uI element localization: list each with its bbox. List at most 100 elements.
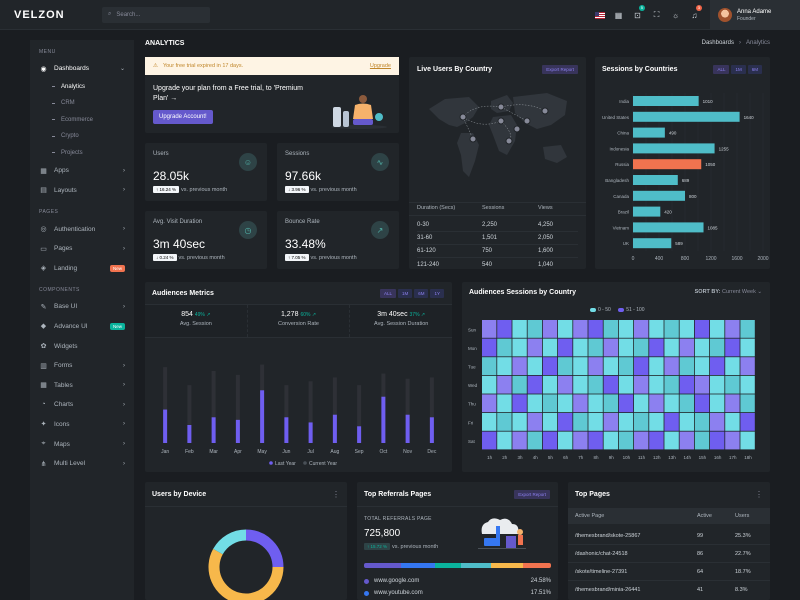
sidebar-sub-analytics[interactable]: Analytics	[30, 79, 134, 96]
heatmap-cell	[740, 431, 755, 450]
top-pages-card: Top Pages ⋮ Active Page Active Users /th…	[568, 482, 770, 600]
table-cell: 64	[697, 568, 704, 575]
heatmap-cell	[740, 357, 755, 375]
sidebar-item-dashboards[interactable]: ◉ Dashboards ⌄	[30, 59, 134, 79]
apps-grid-icon[interactable]: ▦	[609, 0, 628, 30]
heatmap-cell	[634, 431, 649, 450]
stat-label: Users	[153, 151, 169, 157]
upgrade-link[interactable]: Upgrade	[370, 63, 391, 69]
chevron-right-icon: ›	[123, 167, 125, 174]
sidebar-item-base-ui[interactable]: ✎ Base UI ›	[30, 297, 134, 317]
filter-6m-button[interactable]: 6M	[747, 65, 762, 74]
page-link[interactable]: /skote/timeline-27391	[568, 569, 697, 575]
page-link[interactable]: /dashonic/chat-24518	[568, 551, 697, 557]
language-button[interactable]	[590, 0, 609, 30]
export-report-button[interactable]: Export Report	[542, 65, 578, 74]
table-cell: 31-60	[417, 235, 433, 241]
heatmap-cell	[664, 413, 679, 431]
metric-change: 37%	[409, 312, 420, 318]
stat-value: 33.48%	[285, 237, 326, 251]
sidebar-item-authentication[interactable]: ◎ Authentication ›	[30, 219, 134, 239]
metric-avg-session: 854 49% ↗ Avg. Session	[145, 305, 248, 337]
filter-all-button[interactable]: ALL	[713, 65, 730, 74]
search-box[interactable]: ⌕ Search...	[102, 6, 210, 23]
heatmap-cell	[618, 413, 634, 431]
sidebar-item-apps[interactable]: ▦ Apps ›	[30, 161, 134, 181]
search-input[interactable]: Search...	[116, 12, 140, 18]
sidebar-item-icons[interactable]: ✦ Icons ›	[30, 415, 134, 435]
heatmap-cell	[497, 431, 512, 450]
col-label: 9h	[609, 455, 615, 460]
compasses-icon: ✦	[40, 421, 47, 429]
sidebar-item-label: Apps	[54, 167, 69, 175]
bar-last-year	[284, 417, 289, 443]
row-label: Sun	[468, 327, 477, 332]
heatmap-cell	[558, 338, 573, 357]
heatmap-cell	[603, 375, 618, 394]
col-label: 15h	[699, 455, 707, 460]
bell-icon[interactable]: ♫ 3	[685, 0, 704, 30]
chevron-right-icon: ›	[123, 303, 125, 310]
heatmap-cell	[634, 357, 649, 375]
fullscreen-icon[interactable]: ⛶	[647, 0, 666, 30]
more-options-icon[interactable]: ⋮	[332, 490, 340, 499]
heatmap-cell	[497, 357, 512, 375]
sidebar-item-tables[interactable]: ▦ Tables ›	[30, 375, 134, 395]
table-cell: 2,050	[538, 235, 554, 241]
breadcrumb-link[interactable]: Dashboards	[702, 40, 734, 46]
page-link[interactable]: /themesbrand/skote-25867	[568, 533, 697, 539]
heatmap-cell	[679, 394, 694, 413]
filter-6m-button[interactable]: 6M	[414, 289, 429, 298]
sidebar-item-advance-ui[interactable]: ◆ Advance UI New	[30, 317, 134, 337]
sidebar-sub-projects[interactable]: Projects	[30, 145, 134, 162]
heatmap-cell	[664, 394, 679, 413]
heatmap-cell	[573, 320, 588, 338]
sidebar-item-pages[interactable]: ▭ Pages ›	[30, 239, 134, 259]
heatmap-cell	[634, 375, 649, 394]
filter-1m-button[interactable]: 1M	[397, 289, 413, 298]
components-heading: COMPONENTS	[39, 287, 80, 294]
arrow-up-right-icon: ↗	[204, 312, 211, 318]
sidebar-sub-ecommerce[interactable]: Ecommerce	[30, 112, 134, 129]
y-tick-label: UK	[623, 241, 629, 246]
more-options-icon[interactable]: ⋮	[755, 490, 763, 499]
table-row: /themesbrand/skote-25867 99 25.3%	[568, 527, 770, 545]
sort-dropdown[interactable]: SORT BY: Current Week ⌄	[695, 289, 762, 295]
filter-1y-button[interactable]: 1Y	[430, 289, 444, 298]
filter-1m-button[interactable]: 1M	[731, 65, 746, 74]
stat-label: Sessions	[285, 151, 310, 157]
sidebar-item-forms[interactable]: ▥ Forms ›	[30, 356, 134, 376]
sidebar-item-maps[interactable]: ⌖ Maps ›	[30, 434, 134, 454]
sidebar-item-charts[interactable]: ◔ Charts ›	[30, 395, 134, 415]
stat-label: Avg. Visit Duration	[153, 219, 203, 225]
heatmap-cell	[725, 394, 740, 413]
filter-all-button[interactable]: ALL	[379, 289, 396, 298]
cart-icon[interactable]: ⊡ 5	[628, 0, 647, 30]
sidebar-item-multi-level[interactable]: ⋔ Multi Level ›	[30, 454, 134, 474]
site-name[interactable]: www.youtube.com	[374, 590, 423, 596]
heatmap-cell	[512, 357, 527, 375]
sun-icon[interactable]: ☼	[666, 0, 685, 30]
table-cell: 2,250	[482, 222, 498, 228]
chevron-down-icon: ⌄	[757, 289, 762, 295]
page-link[interactable]: /themesbrand/minia-26441	[568, 587, 697, 593]
sidebar-item-landing[interactable]: ◈ Landing New	[30, 258, 134, 278]
y-tick-label: Indonesia	[609, 146, 629, 151]
sidebar-item-widgets[interactable]: ✿ Widgets	[30, 336, 134, 356]
table-row: 0-30 2,250 4,250	[417, 219, 578, 232]
table-cell: 121-240	[417, 261, 440, 268]
site-name[interactable]: www.google.com	[374, 578, 419, 584]
bar	[633, 143, 715, 154]
user-menu[interactable]: Anna Adame Founder	[710, 0, 800, 30]
table-row: /skote/timeline-27391 64 18.7%	[568, 563, 770, 581]
y-tick-label: Vietnam	[613, 225, 630, 230]
heatmap-cell	[679, 357, 694, 375]
sidebar-item-layouts[interactable]: ▤ Layouts ›	[30, 181, 134, 201]
heatmap-cell	[497, 394, 512, 413]
heatmap-cell	[618, 431, 634, 450]
export-report-button[interactable]: Export Report	[514, 490, 550, 499]
top-bar: VELZON ⌕ Search... ▦ ⊡ 5 ⛶ ☼ ♫ 3 Anna Adam…	[0, 0, 800, 30]
sidebar-sub-crm[interactable]: CRM	[30, 95, 134, 112]
sidebar-sub-crypto[interactable]: Crypto	[30, 128, 134, 145]
upgrade-account-button[interactable]: Upgrade Account!	[153, 110, 213, 124]
